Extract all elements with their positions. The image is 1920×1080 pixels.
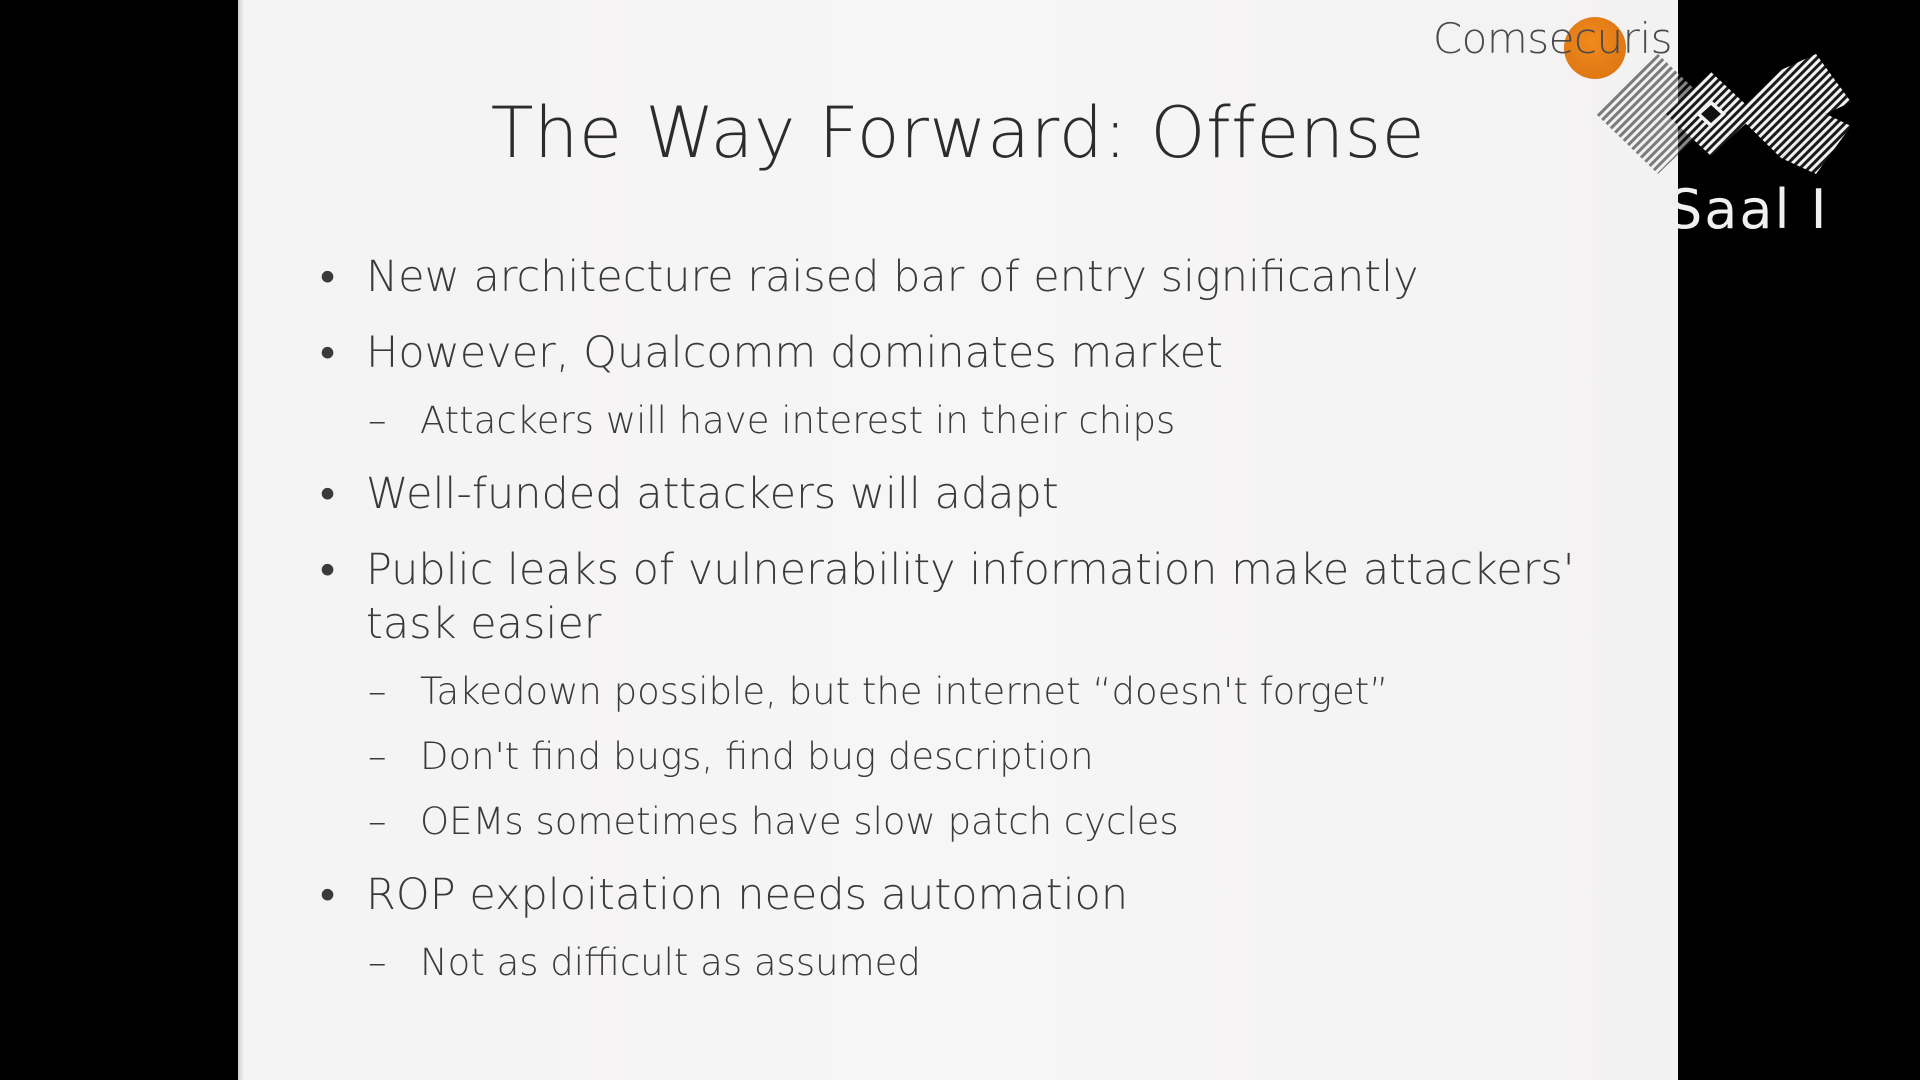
bullet-item: • ROP exploitation needs automation <box>320 868 1640 922</box>
room-label: Saal I <box>1668 178 1829 241</box>
sub-bullet-text: Takedown possible, but the internet “doe… <box>420 670 1389 713</box>
bullet-text: Public leaks of vulnerability informatio… <box>366 545 1575 649</box>
bullet-text: However, Qualcomm dominates market <box>366 328 1223 378</box>
sub-bullet-text: Attackers will have interest in their ch… <box>420 399 1176 442</box>
sub-bullet-marker: – <box>368 735 387 778</box>
bullet-text: New architecture raised bar of entry sig… <box>366 252 1419 302</box>
slide-title: The Way Forward: Offense <box>490 92 1426 174</box>
sub-bullet-item: – Takedown possible, but the internet “d… <box>320 668 1640 716</box>
sub-bullet-marker: – <box>368 941 387 984</box>
bullet-marker: • <box>320 328 336 378</box>
bullet-marker: • <box>320 870 336 920</box>
bullet-marker: • <box>320 252 336 302</box>
presentation-slide: Comsecuris The Way Forward: Offense • Ne… <box>238 0 1678 1080</box>
sub-bullet-text: Not as difficult as assumed <box>420 941 921 984</box>
slide-edge-shadow <box>238 0 244 1080</box>
bullet-item: • Well-funded attackers will adapt <box>320 467 1640 521</box>
bullet-item: • Public leaks of vulnerability informat… <box>320 543 1640 651</box>
sub-bullet-marker: – <box>368 670 387 713</box>
sub-bullet-marker: – <box>368 800 387 843</box>
bullet-list: • New architecture raised bar of entry s… <box>320 250 1640 987</box>
bullet-item: • However, Qualcomm dominates market <box>320 326 1640 380</box>
video-frame: Comsecuris The Way Forward: Offense • Ne… <box>0 0 1920 1080</box>
sub-bullet-marker: – <box>368 399 387 442</box>
sub-bullet-text: OEMs sometimes have slow patch cycles <box>420 800 1179 843</box>
bullet-marker: • <box>320 469 336 519</box>
bullet-marker: • <box>320 545 336 595</box>
sub-bullet-item: – Don't find bugs, find bug description <box>320 733 1640 781</box>
bullet-text: ROP exploitation needs automation <box>366 870 1129 920</box>
sub-bullet-item: – OEMs sometimes have slow patch cycles <box>320 798 1640 846</box>
sub-bullet-item: – Attackers will have interest in their … <box>320 397 1640 445</box>
sub-bullet-text: Don't find bugs, find bug description <box>420 735 1094 778</box>
sub-bullet-item: – Not as difficult as assumed <box>320 939 1640 987</box>
bullet-text: Well-funded attackers will adapt <box>366 469 1059 519</box>
bullet-item: • New architecture raised bar of entry s… <box>320 250 1640 304</box>
